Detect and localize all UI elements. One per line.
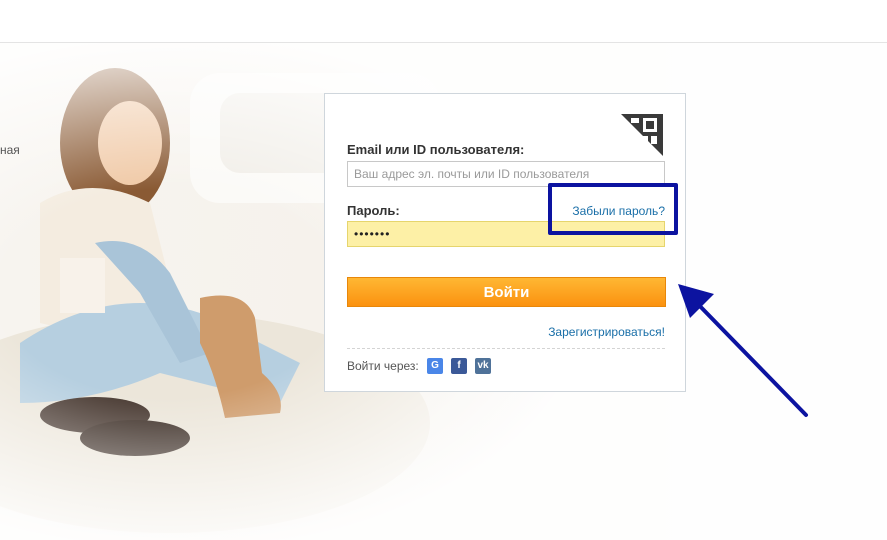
social-login-label: Войти через: [347, 359, 419, 373]
vk-icon[interactable]: vk [475, 358, 491, 374]
login-button[interactable]: Войти [347, 277, 666, 307]
google-icon[interactable]: G [427, 358, 443, 374]
divider [347, 348, 665, 349]
login-form: Email или ID пользователя: Пароль: Забыл… [324, 93, 686, 392]
qr-code-icon[interactable] [621, 114, 663, 156]
register-link[interactable]: Зарегистрироваться! [548, 325, 665, 339]
side-text-fragment: ная [0, 143, 20, 157]
facebook-icon[interactable]: f [451, 358, 467, 374]
email-label: Email или ID пользователя: [347, 142, 525, 157]
annotation-highlight-box [548, 183, 678, 235]
top-bar [0, 0, 887, 43]
annotation-arrow-icon [678, 284, 808, 417]
password-label: Пароль: [347, 203, 400, 218]
